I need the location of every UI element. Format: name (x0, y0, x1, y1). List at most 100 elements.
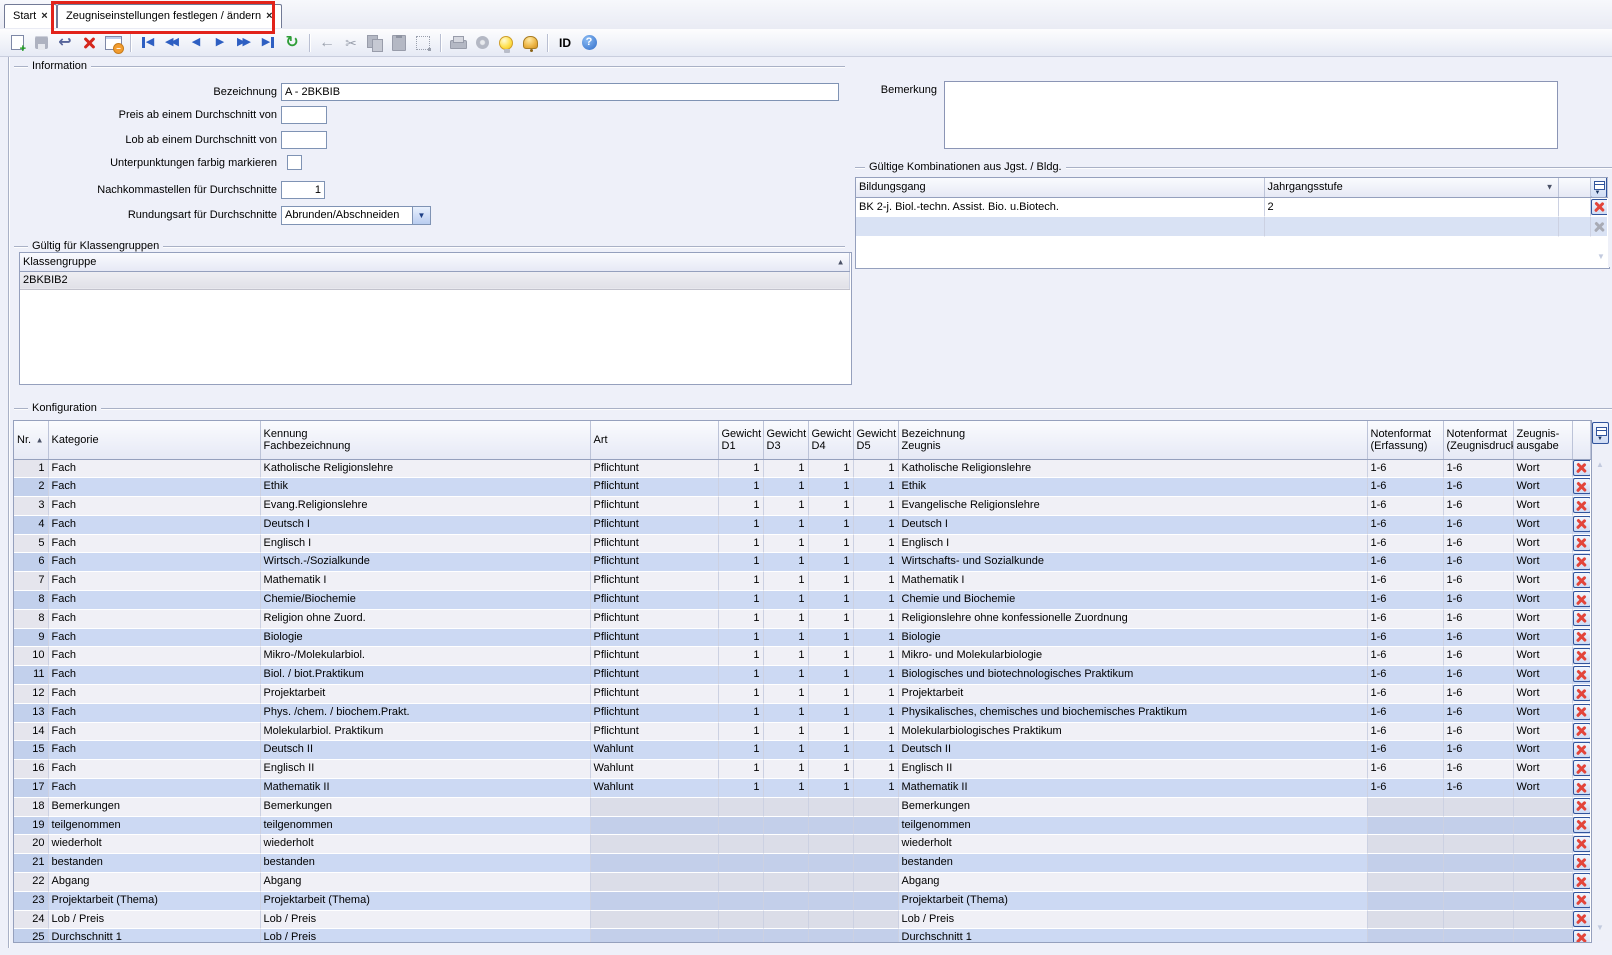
delete-row-button[interactable] (1572, 478, 1590, 495)
cell-nr[interactable]: 15 (14, 740, 49, 761)
cell-nr[interactable]: 14 (14, 722, 49, 742)
cell-notenformat_erfassung[interactable] (1367, 891, 1444, 911)
cell-kennung[interactable]: bestanden (260, 853, 591, 874)
cell-bezeichnung_zeugnis[interactable]: Katholische Religionslehre (898, 459, 1368, 479)
cell-art[interactable]: Pflichtunt (590, 646, 719, 667)
cell-art[interactable]: Pflichtunt (590, 496, 719, 516)
cell-art[interactable]: Pflichtunt (590, 628, 719, 648)
cell-gewicht_d1[interactable]: 1 (718, 534, 764, 554)
preis-input[interactable] (281, 106, 327, 124)
delete-row-button[interactable] (1590, 198, 1607, 215)
cell-notenformat_zeugnisdruck[interactable] (1443, 910, 1514, 930)
cell-gewicht_d5[interactable]: 1 (853, 722, 899, 742)
cell-nr[interactable]: 3 (14, 496, 49, 516)
cell-bezeichnung_zeugnis[interactable]: wiederholt (898, 834, 1368, 855)
cell-art[interactable]: Wahlunt (590, 740, 719, 761)
cell-kennung[interactable]: Projektarbeit (260, 684, 591, 704)
cell-gewicht_d3[interactable] (763, 816, 809, 836)
cell-notenformat_erfassung[interactable]: 1-6 (1367, 515, 1444, 535)
delete-row-button[interactable] (1572, 891, 1590, 908)
cell-gewicht_d5[interactable]: 1 (853, 552, 899, 573)
cell-notenformat_zeugnisdruck[interactable] (1443, 928, 1514, 942)
cell-kennung[interactable]: Abgang (260, 872, 591, 892)
column-header-art[interactable]: Art (590, 421, 719, 460)
cell-nr[interactable]: 13 (14, 703, 49, 723)
bezeichnung-input[interactable] (281, 83, 839, 101)
cell-gewicht_d4[interactable] (808, 928, 854, 942)
cell-kennung[interactable]: Evang.Religionslehre (260, 496, 591, 516)
cell-bezeichnung_zeugnis[interactable]: Mathematik I (898, 571, 1368, 592)
dropdown-filter-icon[interactable]: ▼ (1546, 183, 1554, 192)
cell-zeugnisausgabe[interactable]: Wort (1513, 778, 1573, 798)
cell-notenformat_erfassung[interactable]: 1-6 (1367, 665, 1444, 686)
cell-gewicht_d3[interactable]: 1 (763, 496, 809, 516)
cell-notenformat_erfassung[interactable]: 1-6 (1367, 778, 1444, 798)
cell-notenformat_erfassung[interactable]: 1-6 (1367, 590, 1444, 610)
delete-row-button[interactable] (1572, 591, 1590, 608)
cell-art[interactable]: Pflichtunt (590, 515, 719, 535)
cell-notenformat_zeugnisdruck[interactable] (1443, 797, 1514, 817)
cell-zeugnisausgabe[interactable] (1513, 797, 1573, 817)
cell-zeugnisausgabe[interactable] (1513, 891, 1573, 911)
cell-kategorie[interactable]: Fach (48, 590, 261, 610)
cell-gewicht_d5[interactable]: 1 (853, 628, 899, 648)
hint-bulb-icon[interactable] (495, 32, 517, 54)
cell-kategorie[interactable]: Fach (48, 496, 261, 516)
cell-gewicht_d1[interactable]: 1 (718, 759, 764, 780)
cell-gewicht_d4[interactable]: 1 (808, 590, 854, 610)
cell-zeugnisausgabe[interactable]: Wort (1513, 684, 1573, 704)
id-badge-icon[interactable]: ID (554, 32, 576, 54)
cell-gewicht_d5[interactable] (853, 797, 899, 817)
cell-kennung[interactable]: Wirtsch.-/Sozialkunde (260, 552, 591, 573)
cell-notenformat_zeugnisdruck[interactable]: 1-6 (1443, 778, 1514, 798)
cell-nr[interactable]: 25 (14, 928, 49, 942)
cell-kategorie[interactable]: bestanden (48, 853, 261, 874)
cell-kennung[interactable]: Deutsch II (260, 740, 591, 761)
cell-notenformat_zeugnisdruck[interactable]: 1-6 (1443, 534, 1514, 554)
cell-gewicht_d1[interactable]: 1 (718, 609, 764, 629)
refresh-icon[interactable] (281, 32, 303, 54)
cell-gewicht_d5[interactable] (853, 834, 899, 855)
bemerkung-textarea[interactable] (944, 81, 1558, 149)
cell-kategorie[interactable]: Fach (48, 740, 261, 761)
cell-gewicht_d4[interactable]: 1 (808, 778, 854, 798)
cell-art[interactable]: Pflichtunt (590, 722, 719, 742)
fast-forward-icon[interactable] (233, 32, 255, 54)
cell-art[interactable]: Pflichtunt (590, 703, 719, 723)
cell-zeugnisausgabe[interactable] (1513, 910, 1573, 930)
cell-kennung[interactable]: Biologie (260, 628, 591, 648)
cell-zeugnisausgabe[interactable]: Wort (1513, 759, 1573, 780)
close-icon[interactable]: × (41, 10, 47, 22)
cell-notenformat_erfassung[interactable]: 1-6 (1367, 740, 1444, 761)
cell-gewicht_d3[interactable]: 1 (763, 628, 809, 648)
cell-art[interactable]: Pflichtunt (590, 665, 719, 686)
cell-nr[interactable]: 11 (14, 665, 49, 686)
column-header-klassengruppe[interactable]: Klassengruppe ▲ (20, 253, 850, 272)
cell-nr[interactable]: 16 (14, 759, 49, 780)
cell-zeugnisausgabe[interactable] (1513, 816, 1573, 836)
cell-gewicht_d5[interactable] (853, 872, 899, 892)
cell-gewicht_d3[interactable]: 1 (763, 703, 809, 723)
cell-gewicht_d3[interactable]: 1 (763, 534, 809, 554)
cell-bezeichnung_zeugnis[interactable]: Mathematik II (898, 778, 1368, 798)
cell-gewicht_d4[interactable] (808, 910, 854, 930)
cell-kategorie[interactable]: Fach (48, 571, 261, 592)
nachkommastellen-input[interactable] (281, 181, 325, 199)
cell-zeugnisausgabe[interactable]: Wort (1513, 590, 1573, 610)
cell-zeugnisausgabe[interactable]: Wort (1513, 646, 1573, 667)
cell-gewicht_d4[interactable]: 1 (808, 609, 854, 629)
cell-gewicht_d5[interactable]: 1 (853, 740, 899, 761)
cell-nr[interactable]: 7 (14, 571, 49, 592)
cell-notenformat_zeugnisdruck[interactable]: 1-6 (1443, 703, 1514, 723)
cell-gewicht_d3[interactable] (763, 872, 809, 892)
delete-row-button[interactable] (1572, 835, 1590, 852)
cell-notenformat_zeugnisdruck[interactable] (1443, 816, 1514, 836)
cell-gewicht_d1[interactable]: 1 (718, 628, 764, 648)
cell-gewicht_d1[interactable]: 1 (718, 778, 764, 798)
cell-notenformat_erfassung[interactable]: 1-6 (1367, 571, 1444, 592)
cell-gewicht_d4[interactable]: 1 (808, 722, 854, 742)
cell-notenformat_erfassung[interactable]: 1-6 (1367, 759, 1444, 780)
column-header-nr[interactable]: Nr. ▲ (14, 421, 49, 460)
last-record-icon[interactable] (257, 32, 279, 54)
previous-record-icon[interactable] (185, 32, 207, 54)
